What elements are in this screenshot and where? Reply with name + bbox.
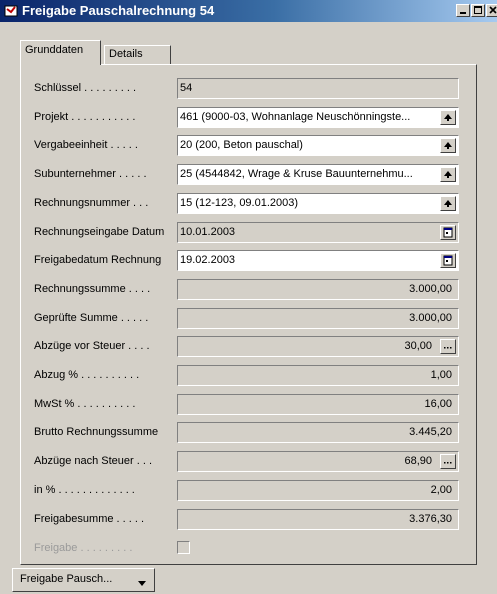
maximize-button[interactable] <box>471 4 485 17</box>
brutto-rechnungssumme-value: 3.445,20 <box>409 426 452 438</box>
subunternehmer-value: 25 (4544842, Wrage & Kruse Bauunternehmu… <box>180 168 413 180</box>
mwst-prozent-value: 16,00 <box>424 398 452 410</box>
freigabedatum-rechnung-label: Freigabedatum Rechnung <box>34 254 162 266</box>
minimize-button[interactable] <box>456 4 470 17</box>
rechnungseingabe-datum-field[interactable]: 10.01.2003 <box>177 222 459 243</box>
rechnungsnummer-label: Rechnungsnummer . . . <box>34 197 149 209</box>
rechnungsnummer-value: 15 (12-123, 09.01.2003) <box>180 197 299 209</box>
in-prozent-value: 2,00 <box>430 484 452 496</box>
schluessel-label: Schlüssel . . . . . . . . . <box>34 82 137 94</box>
schluessel-value: 54 <box>180 82 193 94</box>
rechnungssumme-value: 3.000,00 <box>409 283 452 295</box>
schluessel-field[interactable]: 54 <box>177 78 459 99</box>
gepruefte-summe-field[interactable]: 3.000,00 <box>177 308 459 329</box>
mwst-prozent-label: MwSt % . . . . . . . . . . <box>34 398 136 410</box>
title-bar[interactable]: Freigabe Pauschalrechnung 54 <box>0 0 497 22</box>
tab-details[interactable]: Details <box>104 45 171 64</box>
rechnungseingabe-datum-label: Rechnungseingabe Datum <box>34 226 165 238</box>
dropdown-arrow-icon[interactable] <box>440 167 456 182</box>
close-button[interactable] <box>486 4 497 17</box>
calendar-icon[interactable] <box>440 225 456 240</box>
rechnungsnummer-field[interactable]: 15 (12-123, 09.01.2003) <box>177 193 459 214</box>
freigabedatum-rechnung-field[interactable]: 19.02.2003 <box>177 250 459 271</box>
vergabeeinheit-field[interactable]: 20 (200, Beton pauschal) <box>177 135 459 156</box>
brutto-rechnungssumme-field[interactable]: 3.445,20 <box>177 422 459 443</box>
freigabe-pauschal-label: Freigabe Pausch... <box>20 573 113 585</box>
gepruefte-summe-label: Geprüfte Summe . . . . . <box>34 312 149 324</box>
rechnungssumme-field[interactable]: 3.000,00 <box>177 279 459 300</box>
gepruefte-summe-value: 3.000,00 <box>409 312 452 324</box>
calendar-icon[interactable] <box>440 253 456 268</box>
rechnungseingabe-datum-value: 10.01.2003 <box>180 226 236 238</box>
abzuege-nach-steuer-value: 68,90 <box>404 455 432 467</box>
ellipsis-icon[interactable] <box>440 339 456 354</box>
projekt-value: 461 (9000-03, Wohnanlage Neuschönningste… <box>180 111 411 123</box>
abzuege-vor-steuer-value: 30,00 <box>404 340 432 352</box>
subunternehmer-field[interactable]: 25 (4544842, Wrage & Kruse Bauunternehmu… <box>177 164 459 185</box>
abzuege-nach-steuer-label: Abzüge nach Steuer . . . <box>34 455 153 467</box>
projekt-field[interactable]: 461 (9000-03, Wohnanlage Neuschönningste… <box>177 107 459 128</box>
projekt-label: Projekt . . . . . . . . . . . <box>34 111 136 123</box>
freigabesumme-label: Freigabesumme . . . . . <box>34 513 145 525</box>
tab-grunddaten[interactable]: Grunddaten <box>20 40 101 65</box>
abzuege-vor-steuer-field[interactable]: 30,00 <box>177 336 459 357</box>
in-prozent-field[interactable]: 2,00 <box>177 480 459 501</box>
abzug-prozent-value: 1,00 <box>430 369 452 381</box>
chevron-down-icon <box>138 577 146 589</box>
freigabe-label: Freigabe . . . . . . . . . <box>34 542 133 554</box>
dropdown-arrow-icon[interactable] <box>440 138 456 153</box>
freigabesumme-field[interactable]: 3.376,30 <box>177 509 459 530</box>
abzug-prozent-label: Abzug % . . . . . . . . . . <box>34 369 140 381</box>
vergabeeinheit-value: 20 (200, Beton pauschal) <box>180 139 303 151</box>
freigabedatum-rechnung-value: 19.02.2003 <box>180 254 236 266</box>
dropdown-arrow-icon[interactable] <box>440 196 456 211</box>
freigabe-checkbox[interactable] <box>177 541 190 554</box>
vergabeeinheit-label: Vergabeeinheit . . . . . <box>34 139 138 151</box>
abzuege-vor-steuer-label: Abzüge vor Steuer . . . . <box>34 340 150 352</box>
abzug-prozent-field[interactable]: 1,00 <box>177 365 459 386</box>
subunternehmer-label: Subunternehmer . . . . . <box>34 168 147 180</box>
app-icon <box>4 4 18 18</box>
mwst-prozent-field[interactable]: 16,00 <box>177 394 459 415</box>
abzuege-nach-steuer-field[interactable]: 68,90 <box>177 451 459 472</box>
window-title: Freigabe Pauschalrechnung 54 <box>22 3 215 18</box>
freigabesumme-value: 3.376,30 <box>409 513 452 525</box>
ellipsis-icon[interactable] <box>440 454 456 469</box>
brutto-rechnungssumme-label: Brutto Rechnungssumme <box>34 426 159 438</box>
rechnungssumme-label: Rechnungssumme . . . . <box>34 283 151 295</box>
in-prozent-label: in % . . . . . . . . . . . . . <box>34 484 135 496</box>
dropdown-arrow-icon[interactable] <box>440 110 456 125</box>
freigabe-pauschal-button[interactable]: Freigabe Pausch... <box>12 568 155 592</box>
